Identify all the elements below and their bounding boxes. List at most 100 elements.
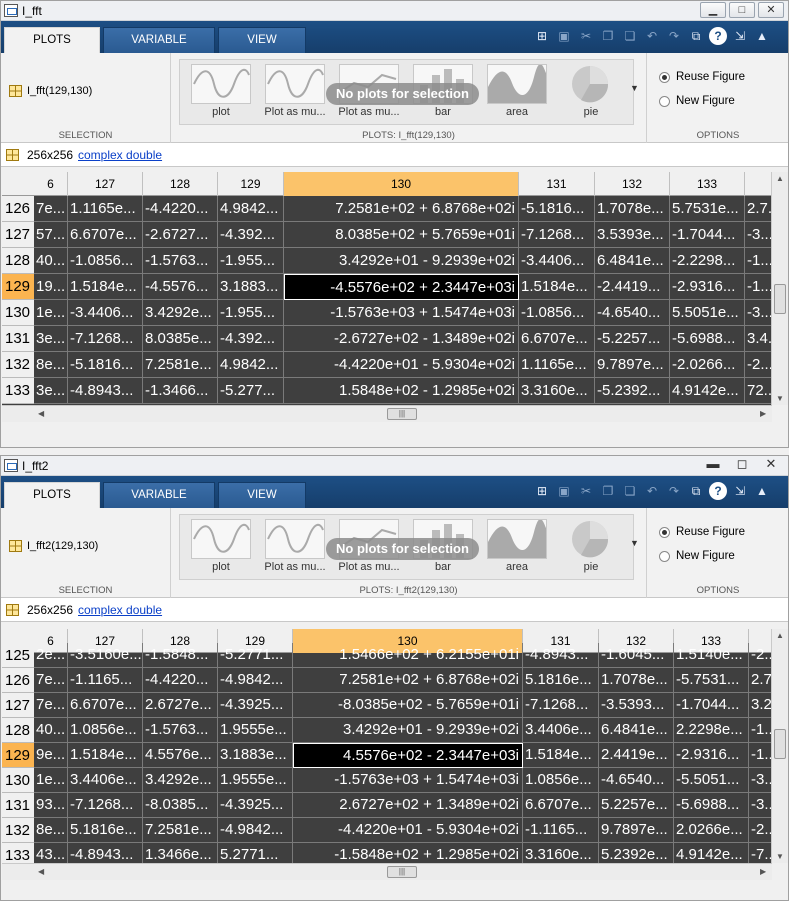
- table-cell[interactable]: -7.1268...: [523, 693, 599, 718]
- table-cell[interactable]: -3.4406...: [519, 248, 595, 274]
- cut-icon[interactable]: ✂: [577, 27, 595, 45]
- table-cell[interactable]: -2.2298...: [670, 248, 745, 274]
- table-cell[interactable]: 9e...: [34, 743, 68, 768]
- table-cell[interactable]: 2.7...: [749, 668, 772, 693]
- switch-windows-icon[interactable]: ⧉: [687, 482, 705, 500]
- table-cell[interactable]: -2...: [749, 818, 772, 843]
- table-cell[interactable]: 1.9555e...: [218, 718, 293, 743]
- new-variable-icon[interactable]: ⊞: [533, 27, 551, 45]
- gallery-item-plot[interactable]: plot: [184, 517, 258, 577]
- table-cell[interactable]: 8.0385e...: [143, 326, 218, 352]
- vertical-scroll-thumb[interactable]: [774, 284, 786, 314]
- table-cell[interactable]: -2.4419...: [595, 274, 670, 300]
- row-header[interactable]: 126: [2, 668, 34, 693]
- table-cell[interactable]: 8.0385e+02 + 5.7659e+01i: [284, 222, 519, 248]
- copy-icon[interactable]: ❐: [599, 482, 617, 500]
- table-cell[interactable]: 1.5184e...: [523, 743, 599, 768]
- table-cell[interactable]: 8e...: [34, 352, 68, 378]
- gallery-item-pie[interactable]: pie: [554, 517, 628, 577]
- switch-windows-icon[interactable]: ⧉: [687, 27, 705, 45]
- table-cell[interactable]: -4.9842...: [218, 668, 293, 693]
- table-cell[interactable]: 6.6707e...: [523, 793, 599, 818]
- table-cell[interactable]: 72...: [745, 378, 772, 404]
- table-cell[interactable]: 43...: [34, 843, 68, 863]
- close-button[interactable]: ✕: [758, 457, 784, 473]
- table-cell[interactable]: -8.0385e+02 - 5.7659e+01i: [293, 693, 523, 718]
- table-cell[interactable]: 40...: [34, 248, 68, 274]
- table-cell[interactable]: 2.2298e...: [674, 718, 749, 743]
- table-cell[interactable]: -2.6727...: [143, 222, 218, 248]
- table-cell[interactable]: -1.5848...: [143, 643, 218, 668]
- variable-class-link[interactable]: complex double: [78, 603, 162, 617]
- table-cell[interactable]: 3.2...: [749, 693, 772, 718]
- table-cell[interactable]: -1.5763...: [143, 248, 218, 274]
- column-header[interactable]: [745, 172, 772, 196]
- cut-icon[interactable]: ✂: [577, 482, 595, 500]
- undo-icon[interactable]: ↶: [643, 482, 661, 500]
- table-cell[interactable]: 5.1816e...: [68, 818, 143, 843]
- table-cell[interactable]: -1...: [749, 718, 772, 743]
- redo-icon[interactable]: ↷: [665, 27, 683, 45]
- tab-variable[interactable]: VARIABLE: [103, 27, 215, 53]
- gallery-item-plot[interactable]: plot: [184, 62, 258, 122]
- close-button[interactable]: ✕: [758, 2, 784, 18]
- table-cell[interactable]: -5.7531...: [674, 668, 749, 693]
- table-cell[interactable]: 5.2392e...: [599, 843, 674, 863]
- table-cell[interactable]: 1.5848e+02 - 1.2985e+02i: [284, 378, 519, 404]
- table-cell[interactable]: -1.1165...: [68, 668, 143, 693]
- table-cell[interactable]: -1.5763e+03 + 1.5474e+03i: [284, 300, 519, 326]
- variable-data-grid[interactable]: 6 127 128 129 130 131 132 133 126 7e... 1.1165e...…: [2, 172, 772, 405]
- table-cell[interactable]: -1.5848e+02 + 1.2985e+02i: [293, 843, 523, 863]
- table-cell[interactable]: -3...: [745, 300, 772, 326]
- reuse-figure-radio[interactable]: Reuse Figure: [659, 71, 745, 83]
- selection-variable[interactable]: I_fft(129,130): [9, 85, 92, 97]
- tab-plots[interactable]: PLOTS: [4, 27, 100, 54]
- table-cell[interactable]: -1.7044...: [670, 222, 745, 248]
- collapse-toolstrip-icon[interactable]: ▲: [753, 27, 771, 45]
- table-cell[interactable]: 1.5466e+02 + 6.2155e+01i: [293, 643, 523, 668]
- table-cell[interactable]: -4.3925...: [218, 693, 293, 718]
- table-cell[interactable]: -2.0266...: [670, 352, 745, 378]
- gallery-item-area[interactable]: area: [480, 62, 554, 122]
- table-cell[interactable]: -4.3925...: [218, 793, 293, 818]
- table-cell[interactable]: -3.4406...: [68, 300, 143, 326]
- table-cell[interactable]: 6.6707e...: [519, 326, 595, 352]
- table-cell[interactable]: 57...: [34, 222, 68, 248]
- table-cell[interactable]: 3.4...: [745, 326, 772, 352]
- table-cell[interactable]: 19...: [34, 274, 68, 300]
- gallery-item-area[interactable]: area: [480, 517, 554, 577]
- table-cell[interactable]: -4.8943...: [68, 378, 143, 404]
- table-cell[interactable]: 3.4292e+01 - 9.2939e+02i: [284, 248, 519, 274]
- tab-variable[interactable]: VARIABLE: [103, 482, 215, 508]
- paste-icon[interactable]: ❏: [621, 27, 639, 45]
- table-cell[interactable]: 3.4406e...: [523, 718, 599, 743]
- table-cell[interactable]: -1.0856...: [68, 248, 143, 274]
- table-cell[interactable]: 6.4841e...: [595, 248, 670, 274]
- table-cell[interactable]: 1.5184e...: [519, 274, 595, 300]
- row-header[interactable]: 129: [2, 743, 34, 768]
- table-cell[interactable]: -2...: [749, 643, 772, 668]
- gallery-item-plot-multiple[interactable]: Plot as mu...: [258, 517, 332, 577]
- tab-plots[interactable]: PLOTS: [4, 482, 100, 509]
- table-cell[interactable]: -5.2392...: [595, 378, 670, 404]
- maximize-button[interactable]: ◻: [729, 457, 755, 473]
- gallery-item-plot-multiple[interactable]: Plot as mu...: [258, 62, 332, 122]
- table-cell[interactable]: -4.392...: [218, 326, 284, 352]
- save-icon[interactable]: ▣: [555, 482, 573, 500]
- gallery-item-pie[interactable]: pie: [554, 62, 628, 122]
- table-cell[interactable]: -7.1268...: [68, 326, 143, 352]
- table-cell[interactable]: 2e...: [34, 643, 68, 668]
- table-cell[interactable]: 7.2581e+02 + 6.8768e+02i: [284, 196, 519, 222]
- row-header[interactable]: 133: [2, 378, 34, 404]
- table-cell[interactable]: 4.5576e...: [143, 743, 218, 768]
- table-cell[interactable]: 1.5184e...: [68, 274, 143, 300]
- new-variable-icon[interactable]: ⊞: [533, 482, 551, 500]
- undock-icon[interactable]: ⇲: [731, 482, 749, 500]
- table-cell[interactable]: -5.6988...: [674, 793, 749, 818]
- table-cell[interactable]: 7.2581e+02 + 6.8768e+02i: [293, 668, 523, 693]
- table-cell[interactable]: 2.6727e...: [143, 693, 218, 718]
- reuse-figure-radio[interactable]: Reuse Figure: [659, 526, 745, 538]
- table-cell[interactable]: 1e...: [34, 300, 68, 326]
- table-cell[interactable]: 3.4292e...: [143, 768, 218, 793]
- table-cell[interactable]: 3.4292e+01 - 9.2939e+02i: [293, 718, 523, 743]
